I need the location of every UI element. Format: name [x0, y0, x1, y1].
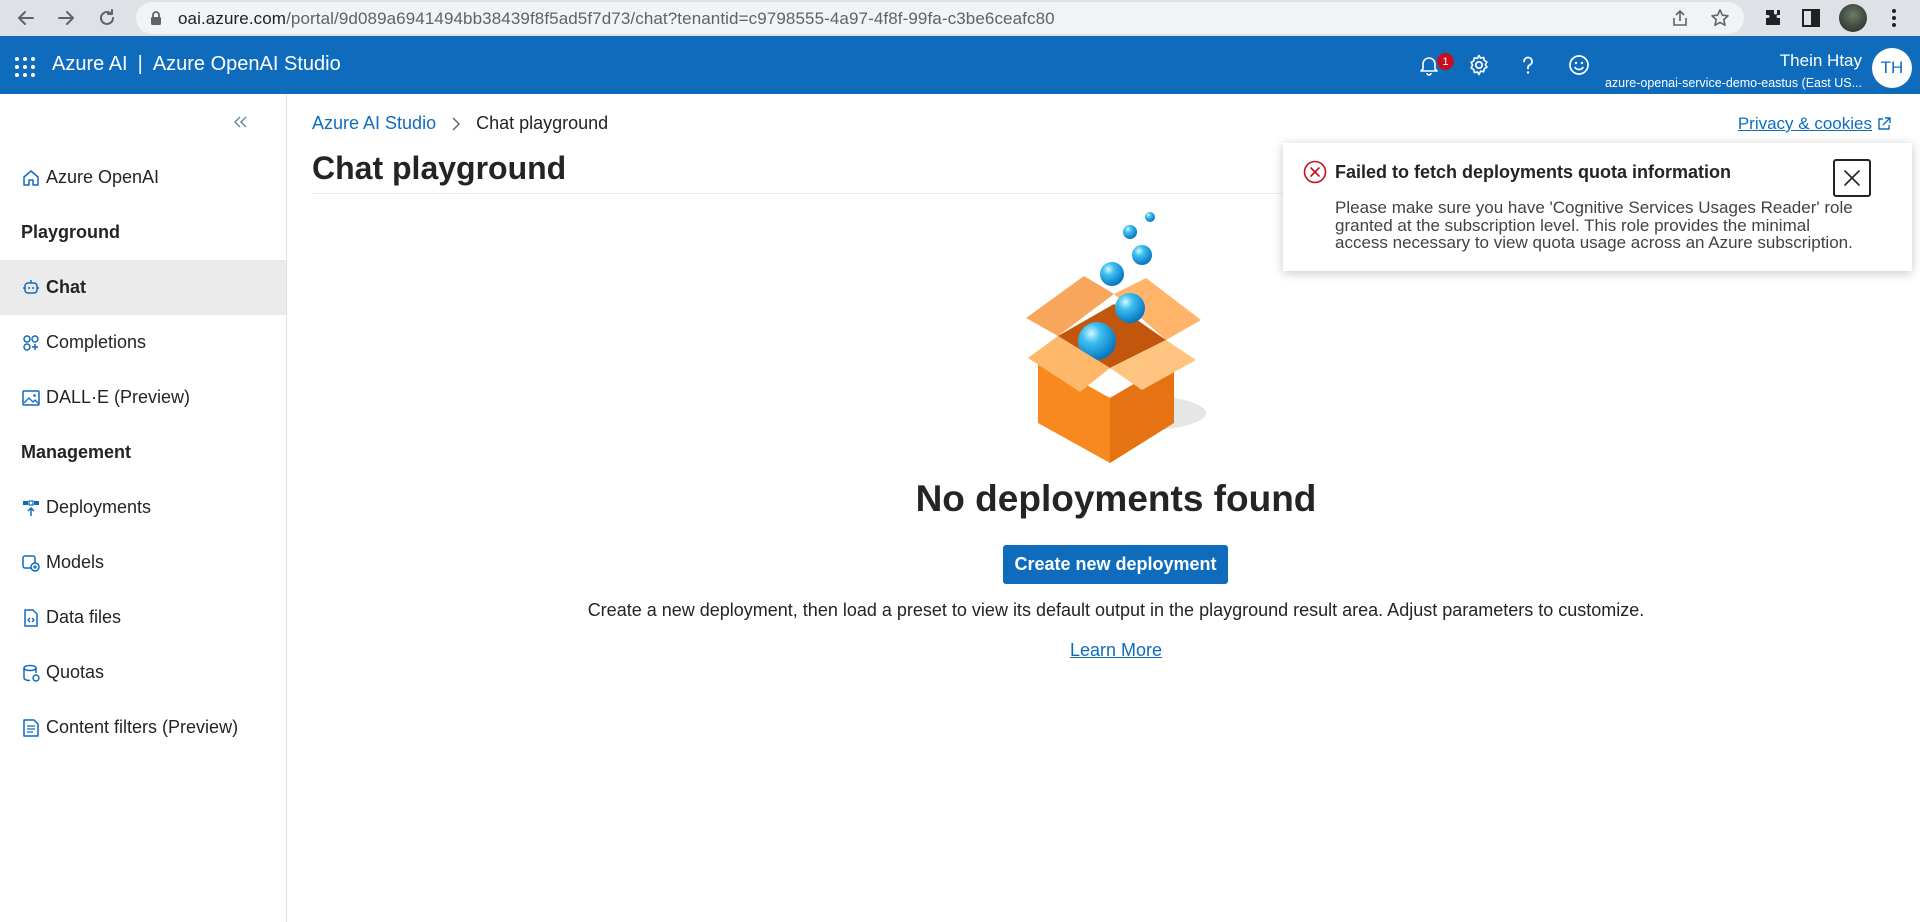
- breadcrumb: Azure AI Studio Chat playground: [312, 113, 608, 134]
- reload-icon[interactable]: [93, 4, 121, 32]
- notification-count-badge: 1: [1437, 53, 1454, 70]
- app-title[interactable]: Azure AI | Azure OpenAI Studio: [52, 53, 341, 76]
- user-resource[interactable]: azure-openai-service-demo-eastus (East U…: [1605, 76, 1862, 90]
- breadcrumb-current: Chat playground: [476, 113, 609, 133]
- url-host: oai.azure.com: [178, 9, 287, 28]
- chat-icon: [21, 278, 41, 298]
- page-title: Chat playground: [312, 150, 567, 186]
- url-text: oai.azure.com/portal/9d089a6941494bb3843…: [178, 9, 1055, 29]
- breadcrumb-azure-ai-studio[interactable]: Azure AI Studio: [312, 113, 436, 134]
- home-icon: [21, 168, 41, 188]
- sidebar-item-chat[interactable]: Chat: [0, 260, 286, 315]
- sidebar-item-label: Chat: [46, 277, 86, 297]
- empty-box-illustration: [996, 208, 1236, 468]
- left-navigation: Azure OpenAI Playground Chat Completions…: [0, 94, 287, 922]
- content-filters-icon: [21, 718, 41, 738]
- sidebar-item-label: Deployments: [46, 497, 152, 517]
- sidebar-item-quotas[interactable]: Quotas: [0, 645, 286, 700]
- collapse-sidebar-icon[interactable]: [230, 112, 250, 132]
- url-path: /portal/9d089a6941494bb38439f8f5ad5f7d73…: [286, 9, 1055, 28]
- help-question-icon[interactable]: [1515, 52, 1541, 78]
- extensions-icon[interactable]: [1761, 6, 1785, 30]
- brand-name: Azure AI: [52, 53, 128, 75]
- lock-icon: [148, 10, 164, 26]
- share-icon[interactable]: [1670, 8, 1690, 28]
- sidebar-item-label: Models: [46, 552, 105, 572]
- side-panel-icon[interactable]: [1799, 6, 1823, 30]
- sidebar-item-label: Azure OpenAI: [46, 167, 160, 187]
- external-link-icon: [1878, 117, 1891, 130]
- bookmark-star-icon[interactable]: [1710, 8, 1730, 28]
- feedback-smiley-icon[interactable]: [1566, 52, 1592, 78]
- models-icon: [21, 553, 41, 573]
- title-separator: |: [137, 53, 143, 75]
- app-launcher-icon[interactable]: [14, 56, 36, 78]
- close-toast-button[interactable]: [1833, 159, 1871, 197]
- empty-state-description: Create a new deployment, then load a pre…: [587, 600, 1645, 620]
- browser-toolbar: oai.azure.com/portal/9d089a6941494bb3843…: [0, 0, 1920, 36]
- sidebar-item-content-filters[interactable]: Content filters (Preview): [0, 700, 286, 755]
- more-vertical-icon[interactable]: [1882, 6, 1906, 30]
- address-bar[interactable]: oai.azure.com/portal/9d089a6941494bb3843…: [136, 2, 1744, 34]
- privacy-link-label: Privacy & cookies: [1737, 114, 1872, 133]
- sidebar-item-label: Content filters (Preview): [46, 717, 239, 737]
- sidebar-item-azure-openai[interactable]: Azure OpenAI: [0, 150, 286, 205]
- toast-message: Please make sure you have 'Cognitive Ser…: [1335, 198, 1853, 252]
- image-icon: [21, 388, 41, 408]
- toast-title: Failed to fetch deployments quota inform…: [1335, 162, 1732, 182]
- create-new-deployment-button[interactable]: Create new deployment: [1003, 545, 1228, 584]
- browser-profile-avatar[interactable]: [1839, 4, 1867, 32]
- close-icon: [1844, 170, 1860, 186]
- data-files-icon: [21, 608, 41, 628]
- chevron-right-icon: [452, 117, 461, 130]
- privacy-cookies-link[interactable]: Privacy & cookies: [1738, 114, 1892, 134]
- user-avatar[interactable]: TH: [1872, 48, 1912, 88]
- error-notification-toast: Failed to fetch deployments quota inform…: [1283, 143, 1912, 271]
- back-arrow-icon[interactable]: [12, 4, 40, 32]
- completions-icon: [21, 333, 41, 353]
- settings-gear-icon[interactable]: [1466, 52, 1492, 78]
- empty-state-title: No deployments found: [915, 478, 1317, 519]
- section-management: Management: [21, 442, 132, 462]
- app-header: Azure AI | Azure OpenAI Studio 1 Thein Hta…: [0, 36, 1920, 94]
- sidebar-item-completions[interactable]: Completions: [0, 315, 286, 370]
- section-playground: Playground: [21, 222, 121, 242]
- learn-more-link[interactable]: Learn More: [1000, 640, 1232, 661]
- product-name: Azure OpenAI Studio: [152, 53, 341, 75]
- sidebar-item-label: Data files: [46, 607, 122, 627]
- user-name[interactable]: Thein Htay: [1780, 51, 1862, 71]
- sidebar-item-data-files[interactable]: Data files: [0, 590, 286, 645]
- sidebar-item-label: Completions: [46, 332, 147, 352]
- error-circle-icon: [1303, 160, 1327, 184]
- sidebar-item-label: Quotas: [46, 662, 105, 682]
- forward-arrow-icon[interactable]: [52, 4, 80, 32]
- sidebar-item-models[interactable]: Models: [0, 535, 286, 590]
- quotas-icon: [21, 663, 41, 683]
- sidebar-item-label: DALL·E (Preview): [46, 387, 191, 407]
- deployments-icon: [21, 498, 41, 518]
- sidebar-item-dalle[interactable]: DALL·E (Preview): [0, 370, 286, 425]
- sidebar-item-deployments[interactable]: Deployments: [0, 480, 286, 535]
